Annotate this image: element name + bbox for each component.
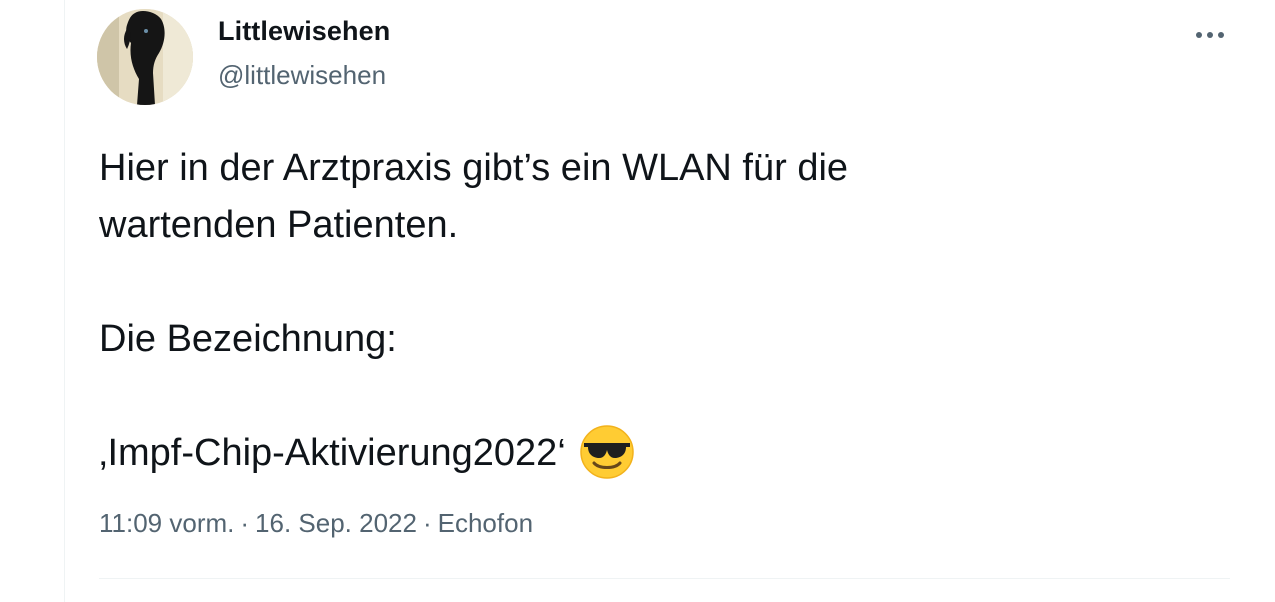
tweet-text-line-with-emoji: ‚Impf-Chip-Aktivierung2022‘	[99, 425, 1199, 482]
wifi-name-quote: ‚Impf-Chip-Aktivierung2022‘	[99, 432, 566, 474]
author-display-name[interactable]: Littlewisehen	[218, 16, 390, 47]
tweet-meta: 11:09 vorm. · 16. Sep. 2022 · Echofon	[99, 508, 533, 539]
meta-separator: ·	[422, 508, 432, 538]
sunglasses-emoji-icon	[580, 425, 634, 479]
column-border	[64, 0, 65, 602]
avatar[interactable]	[97, 9, 193, 105]
tweet-text-line: Hier in der Arztpraxis gibt’s ein WLAN f…	[99, 147, 849, 189]
author-handle[interactable]: @littlewisehen	[218, 60, 386, 91]
more-options-button[interactable]	[1190, 20, 1230, 50]
tweet-text: Hier in der Arztpraxis gibt’s ein WLAN f…	[99, 140, 1199, 482]
more-options-icon	[1196, 32, 1224, 38]
tweet-source-link[interactable]: Echofon	[438, 508, 533, 538]
tweet-detail: Littlewisehen @littlewisehen Hier in der…	[0, 0, 1275, 602]
divider	[99, 578, 1230, 579]
dog-avatar-icon	[97, 9, 193, 105]
tweet-text-line: wartenden Patienten.	[99, 204, 459, 246]
meta-separator: ·	[240, 508, 250, 538]
tweet-text-line: Die Bezeichnung:	[99, 318, 397, 360]
tweet-date-link[interactable]: 16. Sep. 2022	[255, 508, 417, 538]
tweet-time-link[interactable]: 11:09 vorm.	[99, 508, 234, 538]
